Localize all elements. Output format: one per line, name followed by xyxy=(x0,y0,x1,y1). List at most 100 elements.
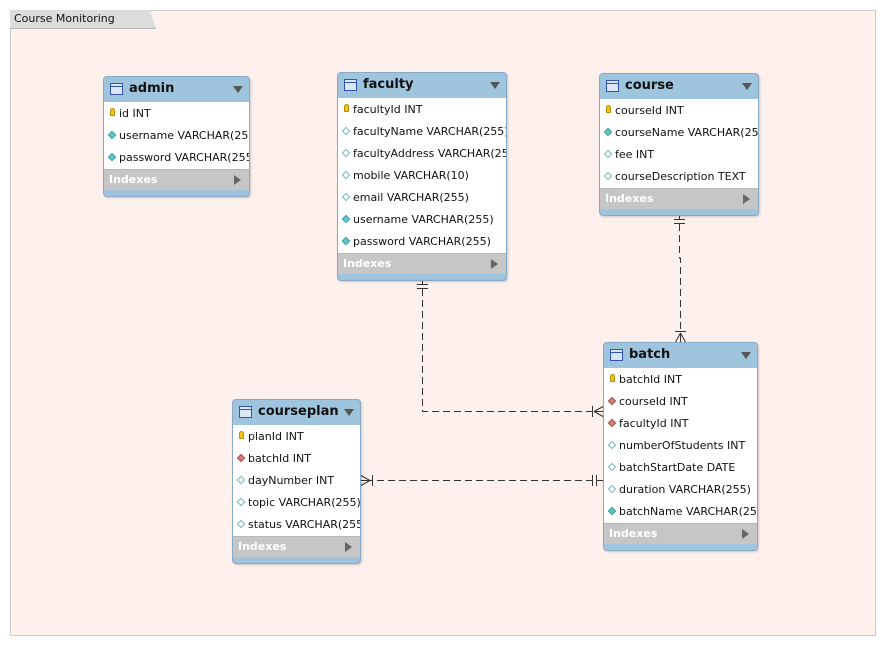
column-row[interactable]: courseDescription TEXT xyxy=(600,166,758,188)
entity-name: courseplan xyxy=(258,404,339,419)
column-label: topic VARCHAR(255) xyxy=(248,496,361,509)
table-icon xyxy=(239,406,252,418)
column-list: batchId INT courseId INT facultyId INT numb… xyxy=(604,368,757,523)
nullable-icon xyxy=(607,440,617,450)
nullable-icon xyxy=(236,497,246,507)
column-label: username VARCHAR(255) xyxy=(119,129,250,142)
entity-admin[interactable]: admin id INT username VARCHAR(255) password… xyxy=(103,76,250,197)
expand-arrow-icon[interactable] xyxy=(491,259,498,269)
entity-header[interactable]: faculty xyxy=(338,73,506,98)
column-row[interactable]: batchId INT xyxy=(233,448,360,470)
column-label: facultyId INT xyxy=(353,103,423,116)
entity-header[interactable]: course xyxy=(600,74,758,99)
collapse-toggle-icon[interactable] xyxy=(344,409,354,416)
column-row[interactable]: dayNumber INT xyxy=(233,470,360,492)
nullable-icon xyxy=(341,148,351,158)
column-row[interactable]: status VARCHAR(255) xyxy=(233,514,360,536)
column-label: courseId INT xyxy=(615,104,684,117)
foreign-key-icon xyxy=(236,453,246,463)
column-row[interactable]: batchId INT xyxy=(604,369,757,391)
column-row[interactable]: courseId INT xyxy=(600,100,758,122)
entity-footer xyxy=(600,209,758,215)
indexes-label: Indexes xyxy=(109,173,158,186)
entity-name: faculty xyxy=(363,77,414,92)
column-label: batchId INT xyxy=(619,373,682,386)
column-row[interactable]: facultyName VARCHAR(255) xyxy=(338,121,506,143)
entity-header[interactable]: batch xyxy=(604,343,757,368)
column-label: status VARCHAR(255) xyxy=(248,518,361,531)
entity-name: admin xyxy=(129,81,175,96)
entity-header[interactable]: admin xyxy=(104,77,249,102)
nullable-icon xyxy=(603,149,613,159)
collapse-toggle-icon[interactable] xyxy=(741,352,751,359)
table-icon xyxy=(606,80,619,92)
entity-footer xyxy=(233,557,360,563)
column-label: numberOfStudents INT xyxy=(619,439,746,452)
primary-key-icon xyxy=(110,108,115,116)
column-row[interactable]: batchStartDate DATE xyxy=(604,457,757,479)
not-null-icon xyxy=(107,152,117,162)
entity-name: course xyxy=(625,78,674,93)
indexes-section[interactable]: Indexes xyxy=(233,536,360,557)
primary-key-icon xyxy=(344,104,349,112)
indexes-section[interactable]: Indexes xyxy=(600,188,758,209)
entity-batch[interactable]: batch batchId INT courseId INT facultyId IN… xyxy=(603,342,758,551)
column-row[interactable]: fee INT xyxy=(600,144,758,166)
column-row[interactable]: courseId INT xyxy=(604,391,757,413)
entity-footer xyxy=(338,274,506,280)
nullable-icon xyxy=(236,519,246,529)
collapse-toggle-icon[interactable] xyxy=(742,83,752,90)
indexes-section[interactable]: Indexes xyxy=(104,169,249,190)
column-row[interactable]: username VARCHAR(255) xyxy=(338,209,506,231)
column-row[interactable]: username VARCHAR(255) xyxy=(104,125,249,147)
column-label: courseDescription TEXT xyxy=(615,170,746,183)
primary-key-icon xyxy=(610,374,615,382)
nullable-icon xyxy=(341,170,351,180)
collapse-toggle-icon[interactable] xyxy=(490,82,500,89)
not-null-icon xyxy=(341,214,351,224)
column-row[interactable]: duration VARCHAR(255) xyxy=(604,479,757,501)
not-null-icon xyxy=(341,236,351,246)
entity-name: batch xyxy=(629,347,671,362)
column-row[interactable]: password VARCHAR(255) xyxy=(338,231,506,253)
column-label: dayNumber INT xyxy=(248,474,335,487)
column-row[interactable]: password VARCHAR(255) xyxy=(104,147,249,169)
entity-header[interactable]: courseplan xyxy=(233,400,360,425)
column-row[interactable]: facultyId INT xyxy=(338,99,506,121)
column-label: duration VARCHAR(255) xyxy=(619,483,751,496)
indexes-section[interactable]: Indexes xyxy=(604,523,757,544)
column-row[interactable]: batchName VARCHAR(255) xyxy=(604,501,757,523)
column-row[interactable]: planId INT xyxy=(233,426,360,448)
column-row[interactable]: numberOfStudents INT xyxy=(604,435,757,457)
column-row[interactable]: facultyId INT xyxy=(604,413,757,435)
relationship-course-batch[interactable] xyxy=(679,213,681,343)
column-row[interactable]: id INT xyxy=(104,103,249,125)
not-null-icon xyxy=(107,130,117,140)
indexes-label: Indexes xyxy=(609,527,658,540)
diagram-title-tab[interactable]: Course Monitoring System xyxy=(10,10,156,29)
indexes-section[interactable]: Indexes xyxy=(338,253,506,274)
column-row[interactable]: email VARCHAR(255) xyxy=(338,187,506,209)
expand-arrow-icon[interactable] xyxy=(234,175,241,185)
expand-arrow-icon[interactable] xyxy=(743,194,750,204)
column-list: courseId INT courseName VARCHAR(255) fee I… xyxy=(600,99,758,188)
nullable-icon xyxy=(341,192,351,202)
expand-arrow-icon[interactable] xyxy=(742,529,749,539)
column-label: batchId INT xyxy=(248,452,311,465)
column-list: facultyId INT facultyName VARCHAR(255) fac… xyxy=(338,98,506,253)
entity-course[interactable]: course courseId INT courseName VARCHAR(255… xyxy=(599,73,759,216)
foreign-key-icon xyxy=(607,396,617,406)
collapse-toggle-icon[interactable] xyxy=(233,86,243,93)
nullable-icon xyxy=(607,484,617,494)
column-row[interactable]: topic VARCHAR(255) xyxy=(233,492,360,514)
nullable-icon xyxy=(341,126,351,136)
entity-courseplan[interactable]: courseplan planId INT batchId INT dayNumber… xyxy=(232,399,361,564)
column-row[interactable]: courseName VARCHAR(255) xyxy=(600,122,758,144)
column-row[interactable]: facultyAddress VARCHAR(255) xyxy=(338,143,506,165)
expand-arrow-icon[interactable] xyxy=(345,542,352,552)
column-row[interactable]: mobile VARCHAR(10) xyxy=(338,165,506,187)
table-icon xyxy=(110,83,123,95)
column-label: email VARCHAR(255) xyxy=(353,191,469,204)
relationship-faculty-batch[interactable] xyxy=(422,278,605,412)
entity-faculty[interactable]: faculty facultyId INT facultyName VARCHAR(… xyxy=(337,72,507,281)
